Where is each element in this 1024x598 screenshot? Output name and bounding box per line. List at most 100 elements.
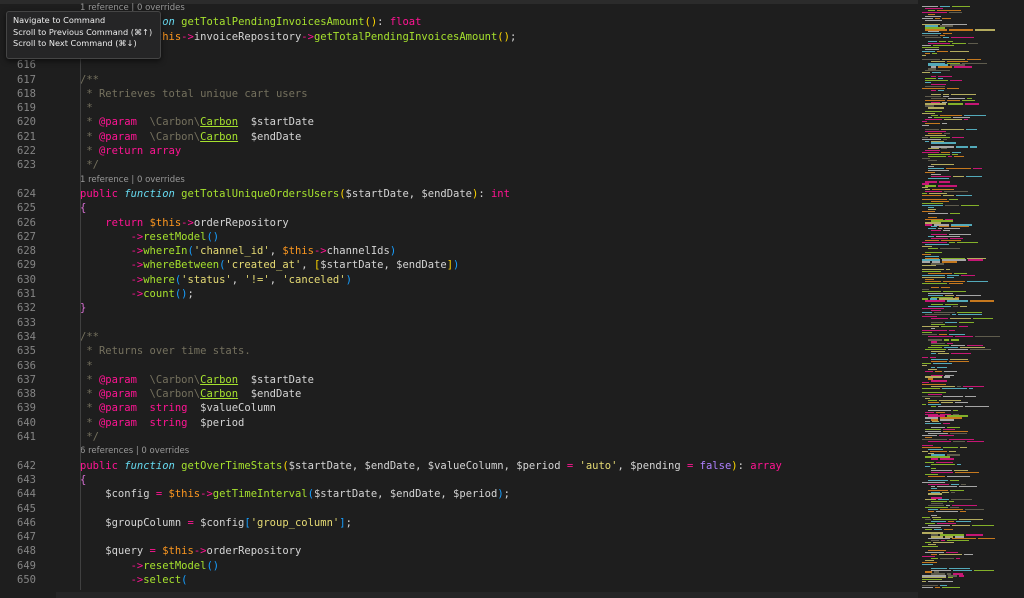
- minimap-token: [942, 17, 951, 19]
- code-line[interactable]: 618 * Retrieves total unique cart users: [0, 87, 918, 101]
- code-line[interactable]: 642 public function getOverTimeStats($sta…: [0, 459, 918, 473]
- code-line[interactable]: 646 $groupColumn = $config['group_column…: [0, 516, 918, 530]
- line-number: 648: [17, 545, 36, 558]
- code-text: ->select(: [80, 573, 188, 587]
- scroll-next-command-item[interactable]: Scroll to Next Command (⌘↓): [7, 38, 160, 50]
- code-line[interactable]: 620 * @param \Carbon\Carbon $startDate: [0, 115, 918, 129]
- code-line[interactable]: 647: [0, 530, 918, 544]
- code-token: whereIn: [143, 245, 188, 258]
- horizontal-scrollbar[interactable]: [56, 592, 918, 598]
- minimap-token: [960, 446, 967, 448]
- code-token: ,: [269, 245, 283, 258]
- minimap-token: [953, 306, 958, 308]
- code-line[interactable]: 638 * @param \Carbon\Carbon $endDate: [0, 387, 918, 401]
- code-line[interactable]: 625{: [0, 201, 918, 215]
- code-text: *: [80, 101, 93, 115]
- code-token: ->: [130, 259, 144, 272]
- code-line[interactable]: 617 /**: [0, 73, 918, 87]
- minimap-token: [938, 185, 957, 187]
- code-text: */: [80, 430, 99, 444]
- minimap-token: [952, 314, 956, 316]
- code-line[interactable]: 619 *: [0, 101, 918, 115]
- code-token: $startDate: [238, 116, 314, 129]
- code-line[interactable]: 641 */: [0, 430, 918, 444]
- code-token: $valueColumn: [187, 402, 276, 415]
- minimap-token: [958, 314, 982, 316]
- code-line[interactable]: 635 * Returns over time stats.: [0, 344, 918, 358]
- minimap-token: [952, 136, 964, 138]
- code-lens-references[interactable]: 6 references | 0 overrides: [80, 444, 189, 458]
- minimap-token: [944, 370, 957, 372]
- minimap-token: [931, 380, 947, 382]
- code-token: $endDate: [396, 259, 447, 272]
- code-line[interactable]: 644 $config = $this->getTimeInterval($st…: [0, 487, 918, 501]
- code-line[interactable]: 637 * @param \Carbon\Carbon $startDate: [0, 373, 918, 387]
- code-token: $period: [453, 488, 498, 501]
- code-line[interactable]: 650 ->select(: [0, 573, 918, 587]
- minimap-token: [967, 58, 981, 60]
- code-line[interactable]: 649 ->resetModel(): [0, 559, 918, 573]
- code-line[interactable]: 623 */: [0, 158, 918, 172]
- minimap-token: [951, 491, 955, 493]
- minimap-token: [964, 119, 968, 121]
- code-line[interactable]: 621 * @param \Carbon\Carbon $endDate: [0, 130, 918, 144]
- minimap-token: [940, 419, 954, 421]
- minimap-token: [940, 458, 954, 460]
- code-line[interactable]: 640 * @param string $period: [0, 416, 918, 430]
- minimap-token: [975, 335, 1000, 337]
- minimap-token: [942, 122, 947, 125]
- line-number: 642: [17, 459, 36, 472]
- line-number: 644: [17, 488, 36, 501]
- code-line[interactable]: 643{: [0, 473, 918, 487]
- minimap-token: [949, 11, 962, 13]
- code-token: getOverTimeStats: [181, 459, 283, 472]
- code-line[interactable]: 645: [0, 502, 918, 516]
- code-line[interactable]: 628 ->whereIn('channel_id', $this->chann…: [0, 244, 918, 258]
- minimap-token: [970, 349, 991, 351]
- code-token: $this: [168, 488, 201, 501]
- code-line[interactable]: 616: [0, 58, 918, 72]
- minimap-token: [949, 199, 958, 201]
- minimap[interactable]: [918, 0, 1024, 598]
- code-line[interactable]: 632}: [0, 301, 918, 315]
- code-line[interactable]: 631 ->count();: [0, 287, 918, 301]
- minimap-token: [960, 306, 967, 308]
- code-line[interactable]: 639 * @param string $valueColumn: [0, 401, 918, 415]
- code-lens-references[interactable]: 1 reference | 0 overrides: [80, 173, 185, 187]
- code-editor[interactable]: 1 reference | 0 overrides613public funct…: [0, 0, 918, 598]
- minimap-token: [922, 261, 930, 263]
- navigate-to-command-item[interactable]: Navigate to Command: [7, 15, 160, 27]
- code-token: function: [124, 187, 182, 200]
- code-line[interactable]: 626 return $this->orderRepository: [0, 216, 918, 230]
- code-line[interactable]: 633: [0, 316, 918, 330]
- code-line[interactable]: 630 ->where('status', '!=', 'canceled'): [0, 273, 918, 287]
- code-line[interactable]: 629 ->whereBetween('created_at', [$start…: [0, 258, 918, 272]
- code-line[interactable]: 648 $query = $this->orderRepository: [0, 544, 918, 558]
- minimap-token: [922, 364, 927, 366]
- command-navigation-menu: Navigate to Command Scroll to Previous C…: [6, 11, 161, 59]
- code-token: public: [80, 187, 125, 200]
- code-token: *: [80, 116, 99, 129]
- minimap-token: [948, 156, 952, 158]
- code-line[interactable]: 627 ->resetModel(): [0, 230, 918, 244]
- code-token: ->: [130, 574, 144, 586]
- code-token: (): [174, 288, 188, 300]
- code-text: * Retrieves total unique cart users: [80, 87, 307, 101]
- code-token: ;: [345, 516, 352, 529]
- code-line[interactable]: 636 *: [0, 359, 918, 373]
- code-token: orderRepository: [206, 545, 302, 558]
- code-token: 'created_at': [225, 259, 302, 272]
- code-token: *: [80, 102, 93, 115]
- code-token: =: [560, 459, 580, 472]
- line-number: 650: [17, 574, 36, 586]
- minimap-token: [951, 93, 976, 95]
- code-line[interactable]: 624 public function getTotalUniqueOrdersU…: [0, 187, 918, 201]
- minimap-token: [941, 325, 957, 327]
- code-line[interactable]: 634 /**: [0, 330, 918, 344]
- scroll-previous-command-item[interactable]: Scroll to Previous Command (⌘↑): [7, 27, 160, 39]
- minimap-token: [944, 376, 950, 378]
- minimap-token: [955, 401, 968, 403]
- code-line[interactable]: 622 * @return array: [0, 144, 918, 158]
